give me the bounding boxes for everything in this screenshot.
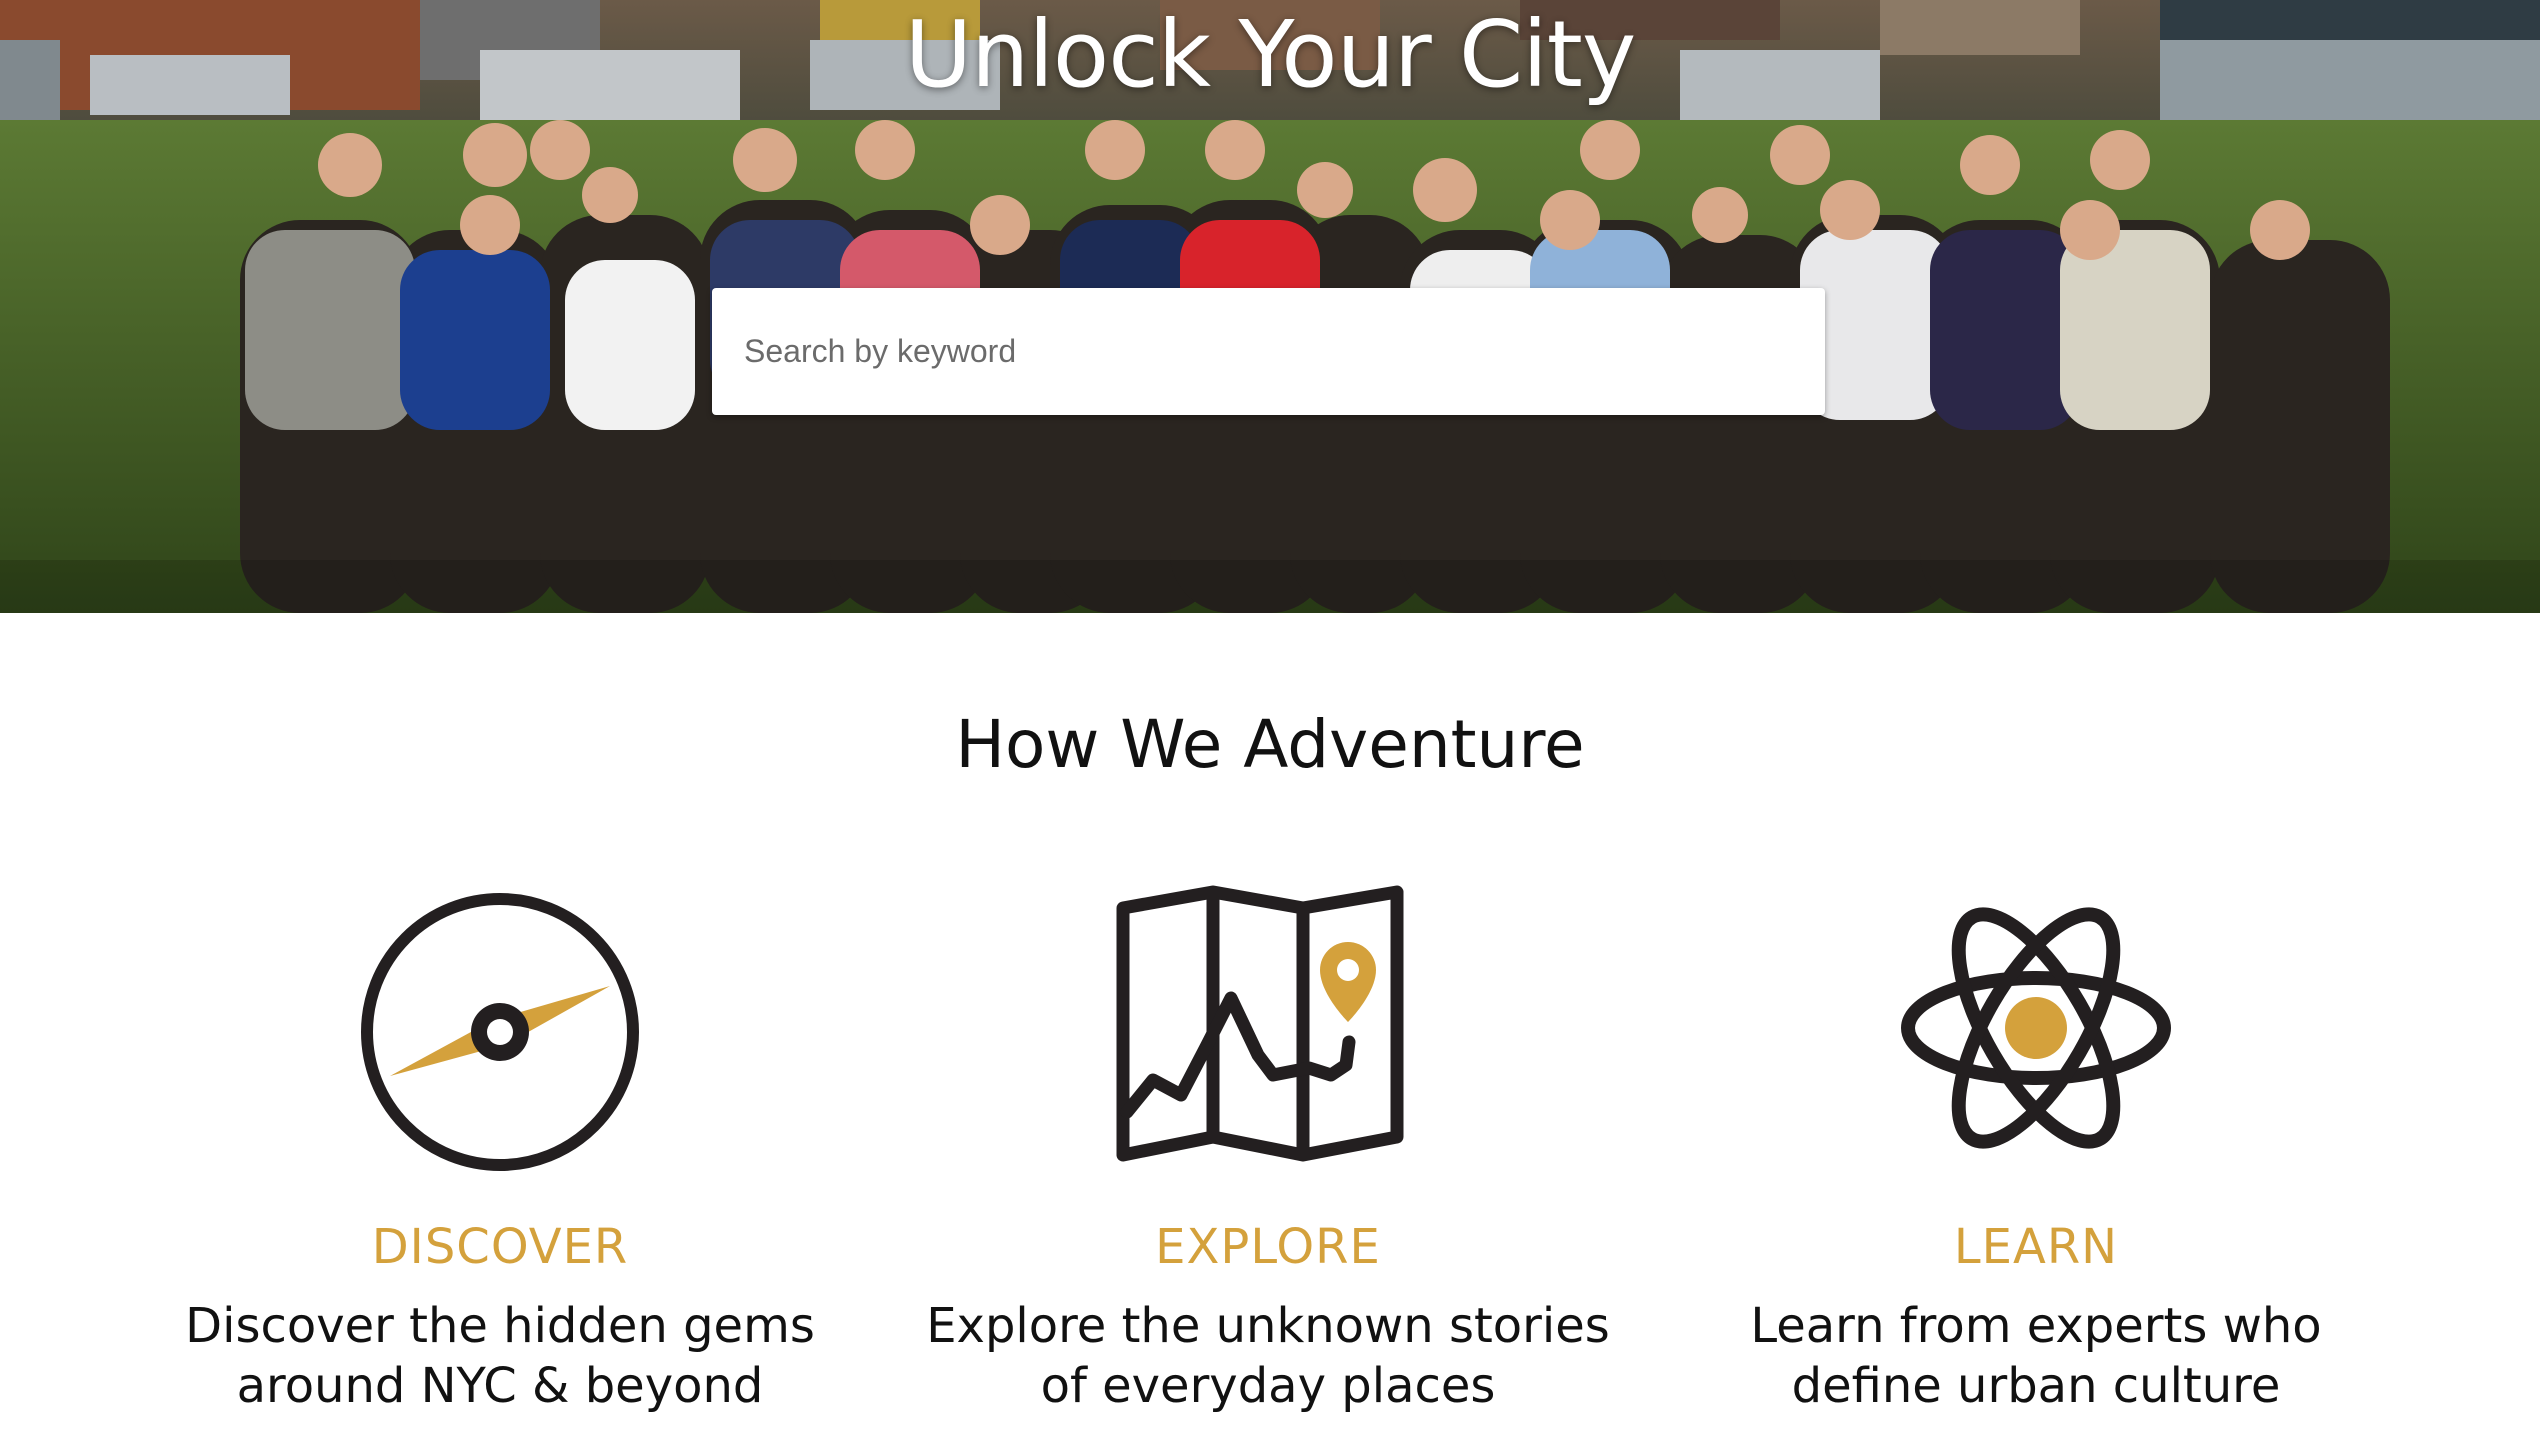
hero-title: Unlock Your City (904, 1, 1637, 108)
feature-description: Explore the unknown stories of everyday … (858, 1296, 1678, 1416)
page: Unlock Your City How We Adventure DISCOV… (0, 0, 2540, 1434)
feature-heading: DISCOVER (371, 1219, 629, 1275)
feature-description-line: define urban culture (1791, 1358, 2281, 1414)
search-box (712, 288, 1825, 415)
feature-explore: EXPLORE Explore the unknown stories of e… (858, 870, 1678, 1416)
compass-icon (361, 893, 639, 1171)
search-input[interactable] (712, 288, 1825, 415)
section-title: How We Adventure (955, 706, 1585, 783)
feature-description: Learn from experts who define urban cult… (1626, 1296, 2446, 1416)
feature-description-line: Explore the unknown stories (926, 1298, 1610, 1354)
feature-learn: LEARN Learn from experts who define urba… (1626, 870, 2446, 1416)
feature-description-line: around NYC & beyond (236, 1358, 764, 1414)
feature-description-line: Learn from experts who (1750, 1298, 2322, 1354)
atom-icon (1901, 907, 2171, 1149)
feature-discover: DISCOVER Discover the hidden gems around… (90, 870, 910, 1416)
map-icon (1116, 885, 1404, 1162)
feature-description: Discover the hidden gems around NYC & be… (90, 1296, 910, 1416)
feature-heading: LEARN (1953, 1219, 2119, 1275)
feature-description-line: of everyday places (1040, 1358, 1496, 1414)
feature-heading: EXPLORE (1155, 1219, 1381, 1275)
feature-description-line: Discover the hidden gems (185, 1298, 815, 1354)
hero-banner: Unlock Your City (0, 0, 2540, 613)
